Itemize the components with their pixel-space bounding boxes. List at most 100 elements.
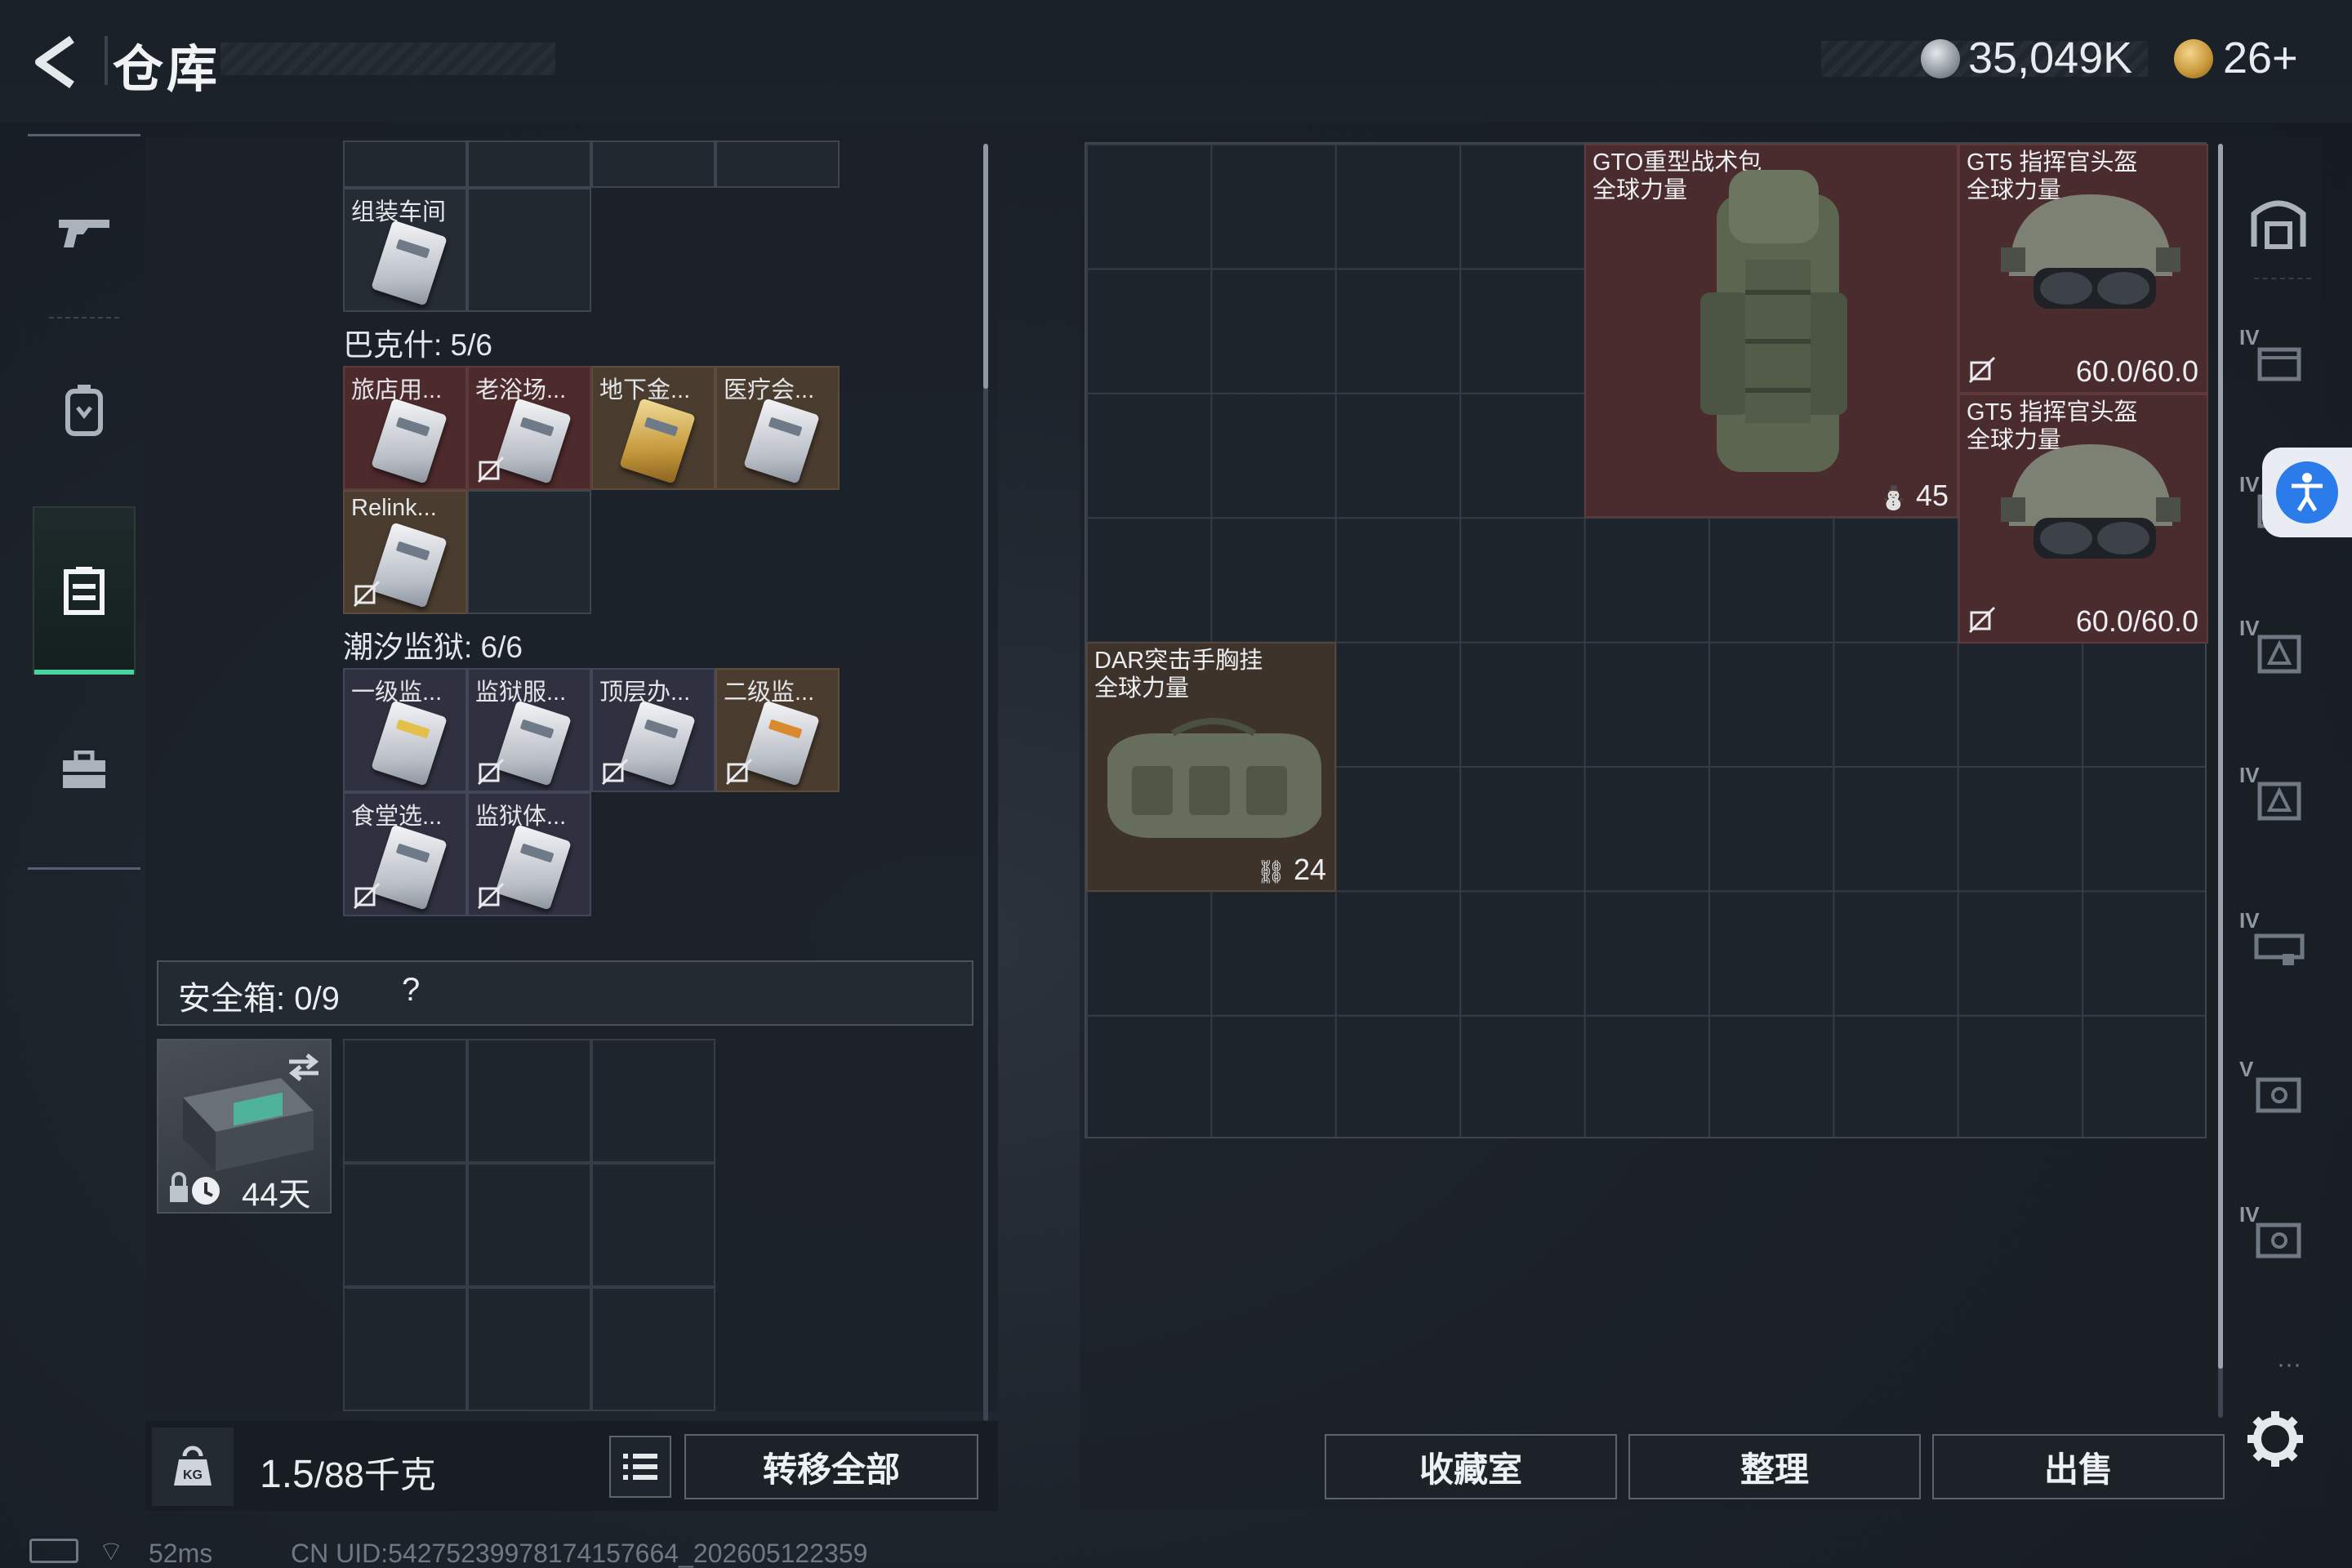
- key-card-item[interactable]: 监狱体...: [467, 792, 591, 916]
- nav-tab-storage[interactable]: [33, 506, 136, 675]
- rail-category-6[interactable]: V: [2238, 1054, 2319, 1135]
- keycard-icon: [371, 700, 448, 786]
- safebox-slot[interactable]: [467, 1287, 591, 1411]
- key-card-item[interactable]: 一级监...: [343, 668, 467, 792]
- tier-label: IV: [2239, 472, 2260, 497]
- rail-category-1[interactable]: IV: [2238, 322, 2319, 403]
- item-brand-line: 全球力量: [1094, 675, 1190, 702]
- organize-button[interactable]: 整理: [1628, 1434, 1921, 1499]
- stash-scrollbar-thumb[interactable]: [2218, 144, 2223, 1369]
- item-name: DAR突击手胸挂 全球力量: [1094, 647, 1263, 702]
- safebox-slot[interactable]: [591, 1039, 715, 1163]
- no-drop-icon: [725, 758, 753, 786]
- locker-icon: [64, 567, 105, 615]
- key-card-item[interactable]: 食堂选...: [343, 792, 467, 916]
- item-capacity: ⛓ 24: [1256, 853, 1326, 887]
- no-drop-icon: [601, 758, 629, 786]
- stash-item-helmet[interactable]: GT5 指挥官头盔 全球力量 60.0/60.0: [1958, 394, 2208, 644]
- key-card-item[interactable]: 医疗会...: [715, 366, 840, 490]
- weight-lock-button[interactable]: KG: [152, 1428, 234, 1506]
- backpack-image: [1700, 170, 1847, 472]
- safebox-slot[interactable]: [343, 1287, 467, 1411]
- keycard-icon: [743, 398, 820, 484]
- safebox-slot[interactable]: [467, 1039, 591, 1163]
- gold-currency-value[interactable]: 26+: [2223, 33, 2298, 83]
- key-card-item[interactable]: 二级监...: [715, 668, 840, 792]
- nav-tab-backpack[interactable]: [33, 336, 136, 483]
- capacity-icon: ⛓: [1256, 859, 1285, 884]
- keycard-icon: [619, 700, 696, 786]
- backpack-icon: [65, 385, 103, 436]
- settings-button[interactable]: [2243, 1406, 2308, 1472]
- safebox-label: 安全箱: 0/9: [178, 972, 340, 1019]
- inventory-scrollbar-thumb[interactable]: [983, 144, 988, 389]
- weight-capacity: /88千克: [314, 1455, 436, 1495]
- key-card-item[interactable]: 老浴场...: [467, 366, 591, 490]
- accessibility-circle: [2276, 461, 2338, 523]
- key-card-item[interactable]: 监狱服...: [467, 668, 591, 792]
- key-card-item[interactable]: 顶层办...: [591, 668, 715, 792]
- collection-room-button[interactable]: 收藏室: [1325, 1434, 1617, 1499]
- item-name-line: DAR突击手胸挂: [1094, 648, 1263, 674]
- stash-item-helmet[interactable]: GT5 指挥官头盔 全球力量 60.0/60.0: [1958, 144, 2208, 394]
- nav-separator: [49, 317, 119, 318]
- rail-category-7[interactable]: IV: [2238, 1199, 2319, 1281]
- keycard-icon: [619, 398, 696, 484]
- key-slot[interactable]: [467, 188, 591, 312]
- key-card-item[interactable]: 组装车间: [343, 188, 467, 312]
- keycard-icon: [495, 398, 572, 484]
- key-group-title: 巴克什: 5/6: [343, 328, 492, 362]
- page-title: 仓库: [113, 42, 221, 98]
- helmet-image: [2001, 444, 2180, 559]
- safebox-slot[interactable]: [591, 1287, 715, 1411]
- list-view-button[interactable]: [609, 1436, 671, 1498]
- safebox-slot[interactable]: [343, 1163, 467, 1287]
- item-name-line: GT5 指挥官头盔: [1967, 149, 2138, 176]
- stash-item-backpack[interactable]: GTO重型战术包 全球力量 ⛄ 45: [1584, 144, 1958, 518]
- safebox-days: 44天: [242, 1177, 311, 1213]
- key-slot[interactable]: [591, 140, 715, 188]
- sell-button[interactable]: 出售: [1932, 1434, 2225, 1499]
- tier-label: IV: [2239, 763, 2260, 787]
- rail-more-indicator: ···: [2277, 1351, 2301, 1378]
- item-durability: 60.0/60.0: [2075, 354, 2198, 388]
- key-group-title: 潮汐监狱: 6/6: [343, 630, 523, 664]
- back-button[interactable]: [24, 29, 90, 95]
- keycard-icon: [495, 824, 572, 911]
- silver-coin-icon: [1921, 39, 1960, 78]
- ping-display: 52ms: [149, 1539, 213, 1568]
- gear-icon: [2247, 1411, 2303, 1467]
- key-slot[interactable]: [343, 140, 467, 188]
- item-durability: 60.0/60.0: [2075, 604, 2198, 638]
- nav-tab-weapons[interactable]: [33, 158, 136, 305]
- svg-text:KG: KG: [183, 1468, 203, 1482]
- no-drop-icon: [477, 456, 505, 483]
- tier-label: IV: [2239, 908, 2260, 933]
- nav-tab-toolbox[interactable]: [33, 697, 136, 844]
- safebox-item[interactable]: 44天: [157, 1039, 332, 1214]
- key-slot[interactable]: [467, 140, 591, 188]
- rail-category-5[interactable]: IV: [2238, 905, 2319, 987]
- keycard-icon: [371, 220, 448, 306]
- safebox-help-button[interactable]: ?: [402, 972, 420, 1009]
- keycard-icon: [371, 824, 448, 911]
- item-capacity-value: 45: [1915, 479, 1949, 512]
- safebox-slot[interactable]: [467, 1163, 591, 1287]
- no-drop-icon: [353, 882, 381, 910]
- transfer-all-button[interactable]: 转移全部: [684, 1434, 978, 1499]
- key-slot[interactable]: [715, 140, 840, 188]
- no-drop-icon: [477, 758, 505, 786]
- rail-category-3[interactable]: IV: [2238, 612, 2319, 694]
- key-card-item[interactable]: Relink...: [343, 490, 467, 614]
- safebox-slot[interactable]: [591, 1163, 715, 1287]
- stash-item-chest-rig[interactable]: DAR突击手胸挂 全球力量 ⛓ 24: [1086, 642, 1336, 892]
- rail-category-all[interactable]: [2238, 180, 2319, 261]
- safebox-slot[interactable]: [343, 1039, 467, 1163]
- key-card-item[interactable]: 地下金...: [591, 366, 715, 490]
- accessibility-button[interactable]: [2262, 448, 2352, 537]
- no-drop-icon: [1968, 606, 1996, 634]
- capacity-icon: ⛄: [1879, 485, 1908, 510]
- rail-category-4[interactable]: IV: [2238, 760, 2319, 841]
- key-slot[interactable]: [467, 490, 591, 614]
- key-card-item[interactable]: 旅店用...: [343, 366, 467, 490]
